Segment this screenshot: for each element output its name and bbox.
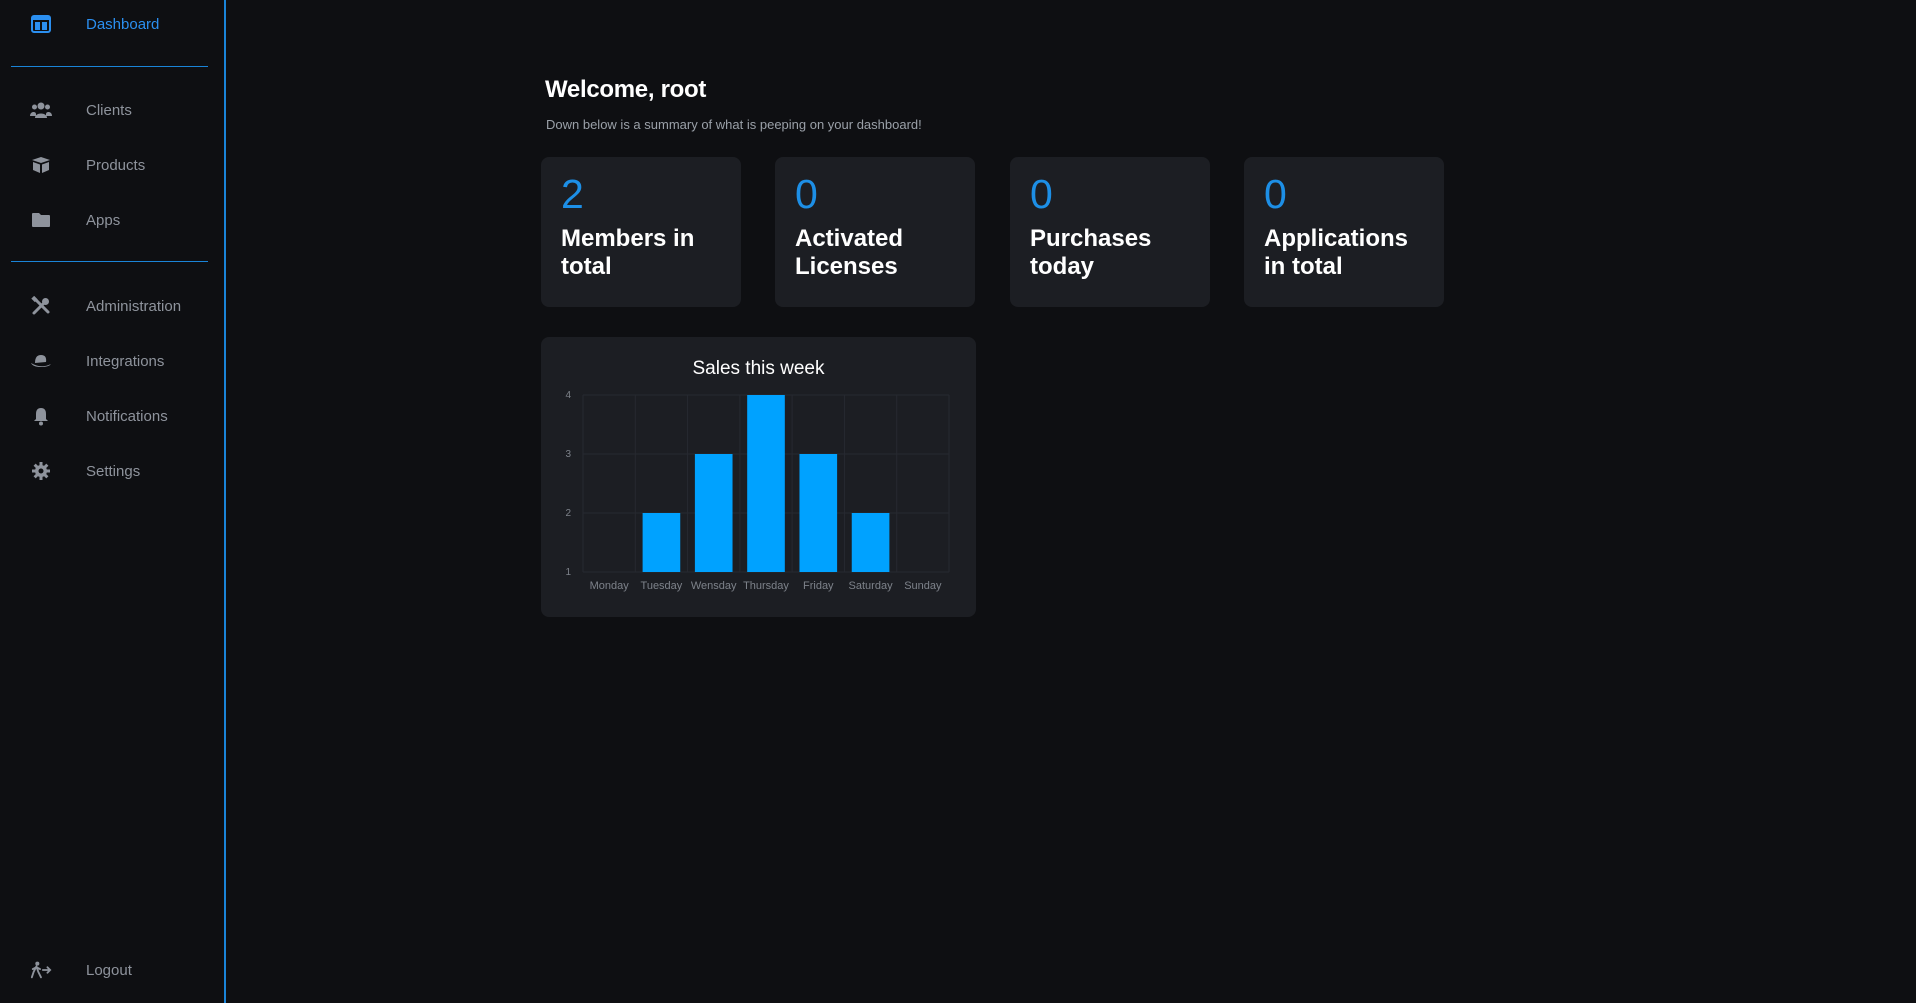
sidebar-divider [11,261,208,262]
stat-label: Purchases today [1030,225,1152,280]
stat-card-members: 2 Members in total [541,157,741,307]
stat-value: 2 [561,171,584,217]
sidebar-item-integrations[interactable]: Integrations [0,341,224,381]
sidebar-item-label: Settings [86,462,141,480]
x-tick-label: Sunday [904,580,942,592]
bell-icon [30,406,52,426]
y-tick-label: 4 [565,390,571,401]
sidebar-item-label: Apps [86,211,121,229]
x-tick-label: Friday [803,580,834,592]
sidebar-item-clients[interactable]: Clients [0,90,224,130]
stat-label: Activated Licenses [795,225,904,280]
stat-card-licenses: 0 Activated Licenses [775,157,975,307]
sales-chart-card: Sales this week 1 2 3 4 Monday Tuesday Wensday… [541,337,976,617]
stat-card-purchases: 0 Purchases today [1010,157,1210,307]
sales-bar-chart: 1 2 3 4 Monday Tuesday Wensday Thursday Friday Sa… [565,390,950,592]
sidebar-item-label: Logout [86,961,132,979]
stat-card-applications: 0 Applications in total [1244,157,1444,307]
folder-icon [30,210,52,230]
sidebar: Dashboard Clients Products Apps Administ… [0,0,226,1003]
chart-bar [799,454,838,572]
sidebar-item-products[interactable]: Products [0,145,224,185]
box-icon [30,155,52,175]
gear-icon [30,461,52,481]
sidebar-item-notifications[interactable]: Notifications [0,396,224,436]
x-tick-label: Monday [590,580,630,592]
stat-label: Members in total [561,225,695,280]
chart-bar [642,513,681,572]
hat-icon [30,351,52,371]
page-subtitle: Down below is a summary of what is peepi… [546,117,922,132]
sidebar-item-label: Administration [86,297,182,315]
stat-label: Applications in total [1264,225,1409,280]
y-tick-label: 3 [565,449,571,460]
sidebar-item-label: Notifications [86,407,168,425]
chart-bar [747,395,785,572]
stat-value: 0 [1030,171,1053,217]
x-tick-label: Thursday [743,580,789,592]
page-title: Welcome, root [545,76,707,103]
sidebar-item-label: Dashboard [86,15,160,33]
stat-value: 0 [795,171,818,217]
logout-icon [30,960,52,980]
x-tick-label: Tuesday [641,580,683,592]
sidebar-item-label: Clients [86,101,132,119]
chart-bar [694,454,733,572]
stat-value: 0 [1264,171,1287,217]
y-tick-label: 2 [565,508,571,519]
x-tick-label: Wensday [691,580,737,592]
users-icon [30,100,52,120]
chart-bar [851,513,890,572]
logout-button[interactable]: Logout [0,950,224,990]
sidebar-item-administration[interactable]: Administration [0,286,224,326]
dashboard-icon [30,14,52,34]
sidebar-item-label: Products [86,156,146,174]
sidebar-item-label: Integrations [86,352,165,370]
x-tick-label: Saturday [849,580,894,592]
sidebar-divider [11,66,208,67]
sidebar-item-dashboard[interactable]: Dashboard [0,4,224,44]
sidebar-item-apps[interactable]: Apps [0,200,224,240]
y-tick-label: 1 [565,567,571,578]
sidebar-item-settings[interactable]: Settings [0,451,224,491]
tools-icon [30,296,52,316]
